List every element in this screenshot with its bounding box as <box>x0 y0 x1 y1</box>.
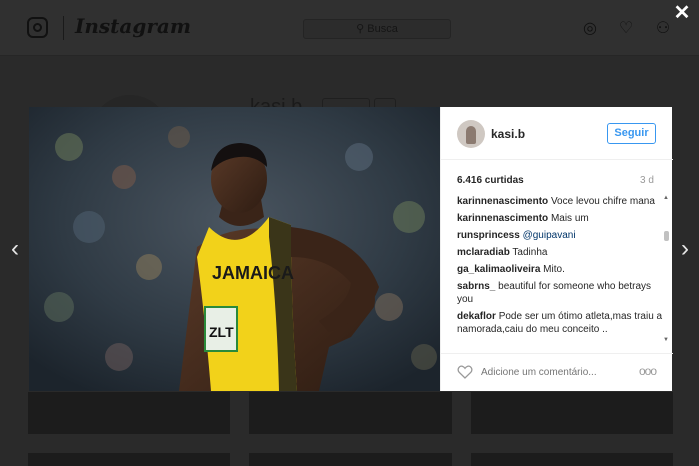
post-sidebar: kasi.b Seguir 6.416 curtidas 3 d karinne… <box>440 107 673 391</box>
background-header: Instagram ⚲ Busca ◎ ♡ ⚇ <box>0 0 699 56</box>
jersey-text: JAMAICA <box>212 263 294 283</box>
comment-username[interactable]: karinnenascimento <box>457 213 548 224</box>
comment-text: Mais um <box>550 213 589 224</box>
list-item: sabrns_ beautiful for someone who betray… <box>457 280 663 306</box>
post-age[interactable]: 3 d <box>640 175 654 186</box>
logo-divider <box>63 16 64 40</box>
background-grid-tile <box>249 392 452 434</box>
instagram-camera-icon <box>27 17 48 38</box>
comment-username[interactable]: mclaradiab <box>457 247 510 258</box>
comment-username[interactable]: runsprincess <box>457 230 520 241</box>
list-item: karinnenascimento Mais um <box>457 212 663 225</box>
comments-list[interactable]: karinnenascimento Voce levou chifre mana… <box>457 195 663 343</box>
comment-username[interactable]: dekaflor <box>457 311 496 322</box>
comment-text: Tadinha <box>512 247 548 258</box>
likes-count[interactable]: 6.416 curtidas <box>457 175 524 186</box>
background-grid-tile <box>28 392 230 434</box>
comment-username[interactable]: sabrns_ <box>457 281 495 292</box>
comment-text: Mito. <box>543 264 565 275</box>
search-icon: ⚲ <box>356 23 368 35</box>
scroll-down-arrow-icon[interactable]: ▼ <box>663 337 669 343</box>
close-icon[interactable]: ✕ <box>672 3 692 23</box>
background-grid-tile <box>471 392 673 434</box>
instagram-logo: Instagram <box>75 14 191 38</box>
avatar[interactable] <box>457 120 485 148</box>
search-placeholder: Busca <box>367 23 398 35</box>
scroll-up-arrow-icon[interactable]: ▲ <box>663 195 669 201</box>
list-item: runsprincess @guipavani <box>457 229 663 242</box>
more-options-icon[interactable]: ooo <box>639 364 657 378</box>
search-box: ⚲ Busca <box>303 19 451 39</box>
list-item: mclaradiab Tadinha <box>457 246 663 259</box>
list-item: dekaflor Pode ser um ótimo atleta,mas tr… <box>457 310 663 336</box>
post-modal: JAMAICA ZLT kasi.b Seguir 6.416 curtidas… <box>29 107 673 391</box>
heart-icon: ♡ <box>618 20 634 37</box>
comment-mention-link[interactable]: @guipavani <box>523 230 576 241</box>
post-header: kasi.b Seguir <box>441 107 673 160</box>
follow-button[interactable]: Seguir <box>607 123 656 144</box>
comment-text: Voce levou chifre mana <box>550 196 655 207</box>
athlete-photo: JAMAICA ZLT <box>29 107 440 391</box>
list-item: ga_kalimaoliveira Mito. <box>457 263 663 276</box>
post-photo[interactable]: JAMAICA ZLT <box>29 107 440 391</box>
background-grid-tile <box>471 453 673 466</box>
comments-scrollbar[interactable]: ▲ ▼ <box>663 195 669 343</box>
previous-post-arrow-icon[interactable]: ‹ <box>7 236 23 262</box>
background-grid-tile <box>249 453 452 466</box>
like-heart-icon[interactable] <box>457 364 473 380</box>
background-grid-tile <box>28 453 230 466</box>
post-username[interactable]: kasi.b <box>491 127 525 141</box>
scroll-thumb[interactable] <box>664 231 669 241</box>
add-comment-bar: ooo <box>441 353 673 391</box>
comment-username[interactable]: karinnenascimento <box>457 196 548 207</box>
bib-text: ZLT <box>209 324 234 340</box>
list-item: karinnenascimento Voce levou chifre mana <box>457 195 663 208</box>
comment-username[interactable]: ga_kalimaoliveira <box>457 264 540 275</box>
add-comment-input[interactable] <box>481 363 631 381</box>
compass-icon: ◎ <box>583 20 597 37</box>
next-post-arrow-icon[interactable]: › <box>677 236 693 262</box>
user-icon: ⚇ <box>655 20 671 37</box>
